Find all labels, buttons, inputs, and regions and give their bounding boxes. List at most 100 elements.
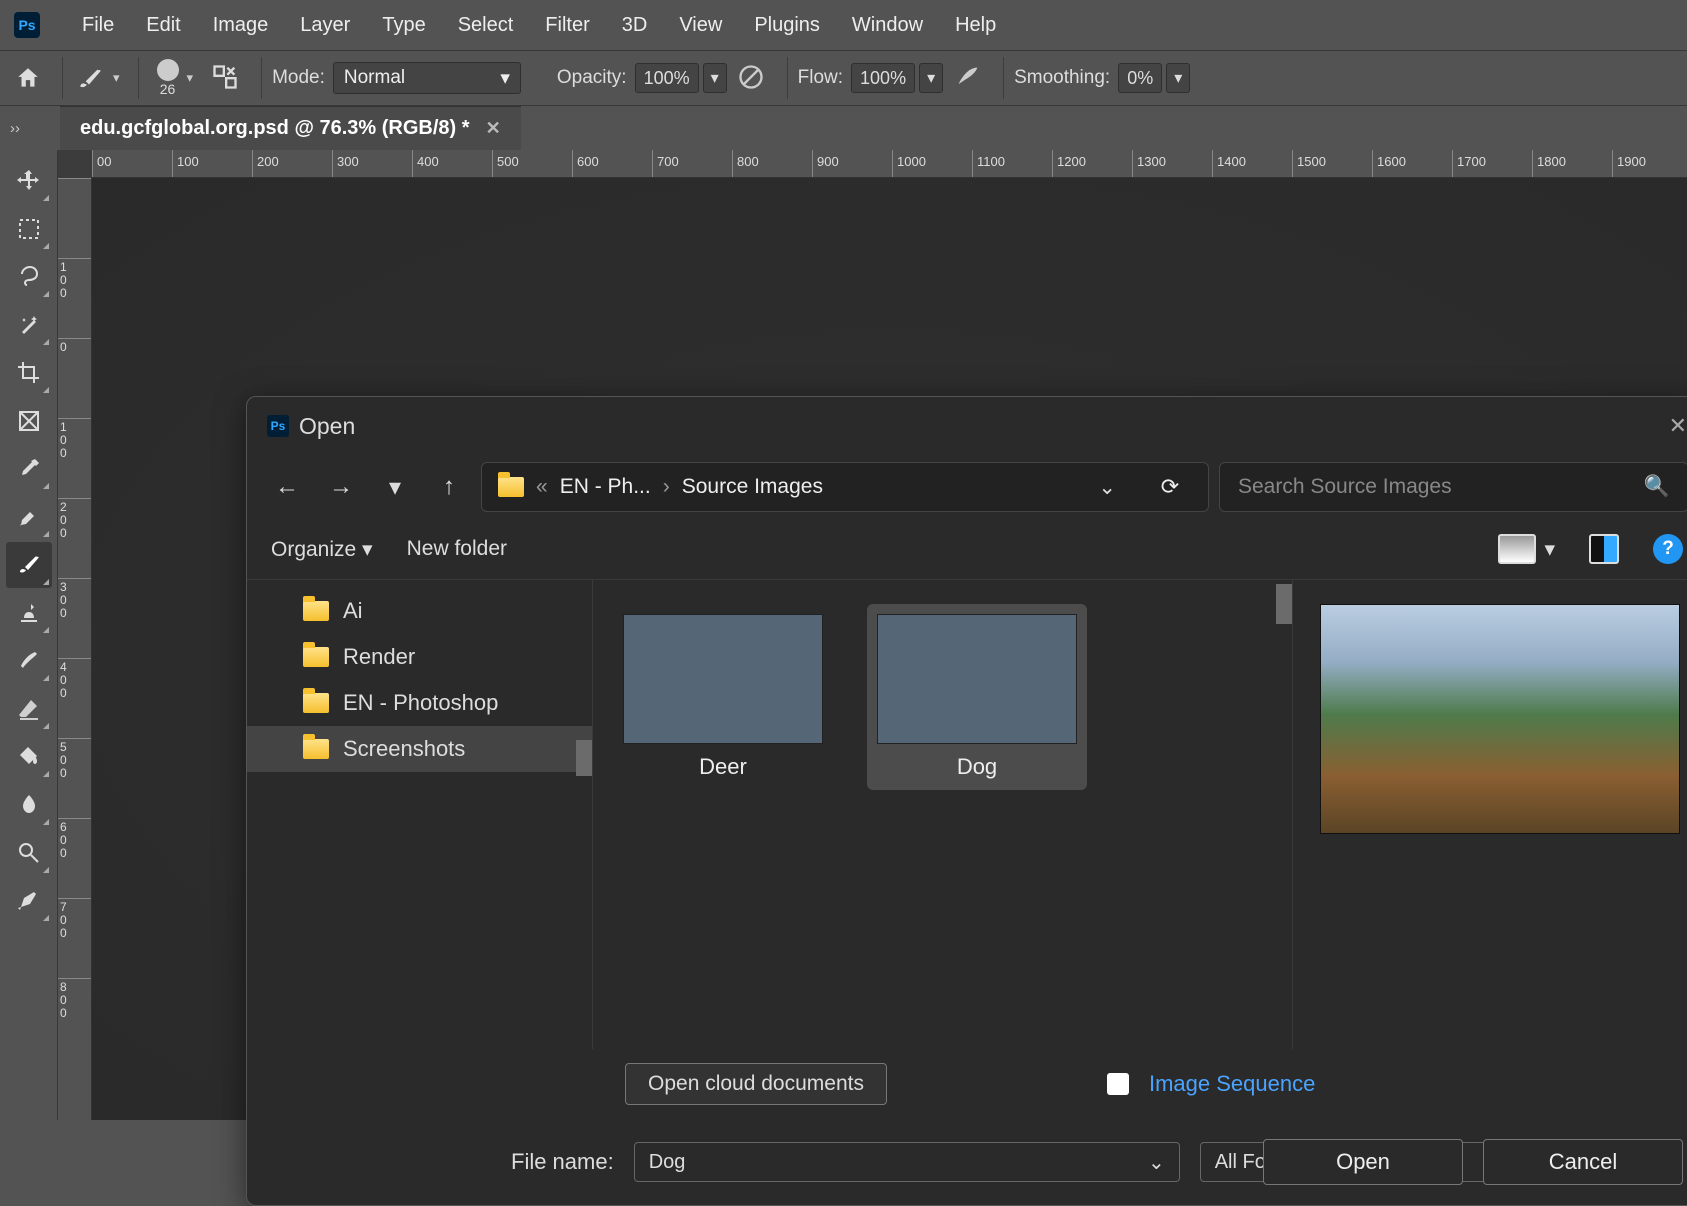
preview-image — [1320, 604, 1680, 834]
document-tab-title: edu.gcfglobal.org.psd @ 76.3% (RGB/8) * — [80, 117, 470, 140]
airbrush-icon[interactable] — [953, 63, 983, 93]
chevron-down-icon[interactable]: ▾ — [113, 70, 120, 86]
menu-view[interactable]: View — [663, 14, 738, 37]
chevron-down-icon[interactable]: ▾ — [187, 70, 194, 86]
ruler-tick: 100 — [172, 150, 252, 177]
mode-label: Mode: — [272, 67, 325, 89]
filename-input[interactable]: Dog ⌄ — [634, 1142, 1180, 1182]
preview-pane-button[interactable] — [1589, 534, 1619, 564]
nav-recent-icon[interactable]: ▾ — [373, 465, 417, 509]
close-tab-icon[interactable]: ✕ — [486, 118, 501, 139]
menu-plugins[interactable]: Plugins — [738, 14, 836, 37]
open-button[interactable]: Open — [1263, 1139, 1463, 1185]
healing-brush-tool[interactable] — [6, 494, 52, 540]
ruler-tick: 800 — [58, 978, 91, 1058]
brush-size-value: 26 — [160, 81, 176, 97]
smoothing-input[interactable]: 0% — [1118, 63, 1162, 93]
chevron-down-icon[interactable]: ⌄ — [1148, 1150, 1165, 1175]
frame-tool[interactable] — [6, 398, 52, 444]
open-cloud-button[interactable]: Open cloud documents — [625, 1063, 887, 1105]
move-tool[interactable] — [6, 158, 52, 204]
marquee-tool[interactable] — [6, 206, 52, 252]
ruler-tick: 1600 — [1372, 150, 1452, 177]
dialog-titlebar[interactable]: Ps Open ✕ — [247, 397, 1687, 455]
menu-filter[interactable]: Filter — [529, 14, 605, 37]
crop-tool[interactable] — [6, 350, 52, 396]
tree-item[interactable]: Render — [247, 634, 592, 680]
lasso-tool[interactable] — [6, 254, 52, 300]
brush-size-picker[interactable]: 26 — [157, 59, 179, 97]
expand-panels-icon[interactable]: ›› — [0, 106, 60, 150]
organize-button[interactable]: Organize ▾ — [271, 537, 373, 562]
nav-back-icon[interactable]: ← — [265, 465, 309, 509]
clone-stamp-tool[interactable] — [6, 590, 52, 636]
chevron-down-icon[interactable]: ▾ — [919, 63, 943, 93]
chevron-down-icon[interactable]: ▾ — [1166, 63, 1190, 93]
file-list: Deer Dog — [593, 580, 1293, 1049]
breadcrumb-ellipsis: « — [536, 475, 548, 499]
refresh-icon[interactable]: ⟳ — [1148, 474, 1192, 500]
nav-forward-icon[interactable]: → — [319, 465, 363, 509]
search-icon: 🔍 — [1644, 475, 1670, 499]
folder-icon — [303, 647, 329, 667]
breadcrumb[interactable]: « EN - Ph... › Source Images ⌄ ⟳ — [481, 462, 1209, 512]
document-tab[interactable]: edu.gcfglobal.org.psd @ 76.3% (RGB/8) * … — [60, 106, 521, 150]
nav-up-icon[interactable]: ↑ — [427, 465, 471, 509]
close-icon[interactable]: ✕ — [1669, 413, 1687, 439]
opacity-input[interactable]: 100% — [635, 63, 699, 93]
menu-image[interactable]: Image — [197, 14, 285, 37]
ruler-tick: 800 — [732, 150, 812, 177]
eraser-tool[interactable] — [6, 686, 52, 732]
tree-item[interactable]: EN - Photoshop — [247, 680, 592, 726]
tree-item-label: Render — [343, 644, 415, 670]
tree-item[interactable]: Ai — [247, 588, 592, 634]
ruler-tick: 1100 — [972, 150, 1052, 177]
smudge-tool[interactable] — [6, 782, 52, 828]
menu-type[interactable]: Type — [366, 14, 441, 37]
flow-input[interactable]: 100% — [851, 63, 915, 93]
magic-wand-tool[interactable] — [6, 302, 52, 348]
new-folder-button[interactable]: New folder — [407, 537, 507, 561]
tool-preset-icon[interactable] — [73, 65, 105, 91]
folder-icon — [498, 477, 524, 497]
breadcrumb-parent[interactable]: EN - Ph... — [560, 475, 651, 499]
paint-bucket-tool[interactable] — [6, 734, 52, 780]
pressure-opacity-icon[interactable] — [737, 63, 767, 93]
ruler-tick: 200 — [252, 150, 332, 177]
history-brush-tool[interactable] — [6, 638, 52, 684]
menu-layer[interactable]: Layer — [284, 14, 366, 37]
eyedropper-tool[interactable] — [6, 446, 52, 492]
cancel-button[interactable]: Cancel — [1483, 1139, 1683, 1185]
menu-edit[interactable]: Edit — [130, 14, 196, 37]
thumbnail-image — [623, 614, 823, 744]
home-button[interactable] — [4, 58, 52, 98]
chevron-down-icon[interactable]: ▾ — [703, 63, 727, 93]
file-item[interactable]: Dog — [867, 604, 1087, 790]
menu-window[interactable]: Window — [836, 14, 939, 37]
breadcrumb-current[interactable]: Source Images — [682, 475, 823, 499]
brush-tool[interactable] — [6, 542, 52, 588]
ruler-horizontal[interactable]: 0010020030040050060070080090010001100120… — [92, 150, 1687, 178]
blend-mode-dropdown[interactable]: Normal ▾ — [333, 62, 521, 94]
brush-panel-toggle-icon[interactable] — [211, 63, 241, 93]
tree-item[interactable]: Screenshots — [247, 726, 592, 772]
search-input[interactable]: Search Source Images 🔍 — [1219, 462, 1687, 512]
chevron-down-icon[interactable]: ⌄ — [1098, 475, 1116, 500]
view-mode-button[interactable]: ▾ — [1498, 534, 1555, 564]
dodge-tool[interactable] — [6, 830, 52, 876]
scrollbar-thumb[interactable] — [576, 740, 592, 776]
ruler-vertical[interactable]: 1000100200300400500600700800 — [58, 178, 92, 1120]
image-sequence-checkbox[interactable] — [1107, 1073, 1129, 1095]
help-button[interactable]: ? — [1653, 534, 1683, 564]
image-sequence-label[interactable]: Image Sequence — [1149, 1071, 1315, 1097]
ruler-tick: 1000 — [892, 150, 972, 177]
menu-select[interactable]: Select — [442, 14, 530, 37]
breadcrumb-sep: › — [663, 475, 670, 499]
pen-tool[interactable] — [6, 878, 52, 924]
menu-3d[interactable]: 3D — [606, 14, 664, 37]
menu-file[interactable]: File — [66, 14, 130, 37]
scrollbar-thumb[interactable] — [1276, 584, 1292, 624]
app-logo: Ps — [14, 12, 40, 38]
menu-help[interactable]: Help — [939, 14, 1012, 37]
file-item[interactable]: Deer — [613, 604, 833, 790]
